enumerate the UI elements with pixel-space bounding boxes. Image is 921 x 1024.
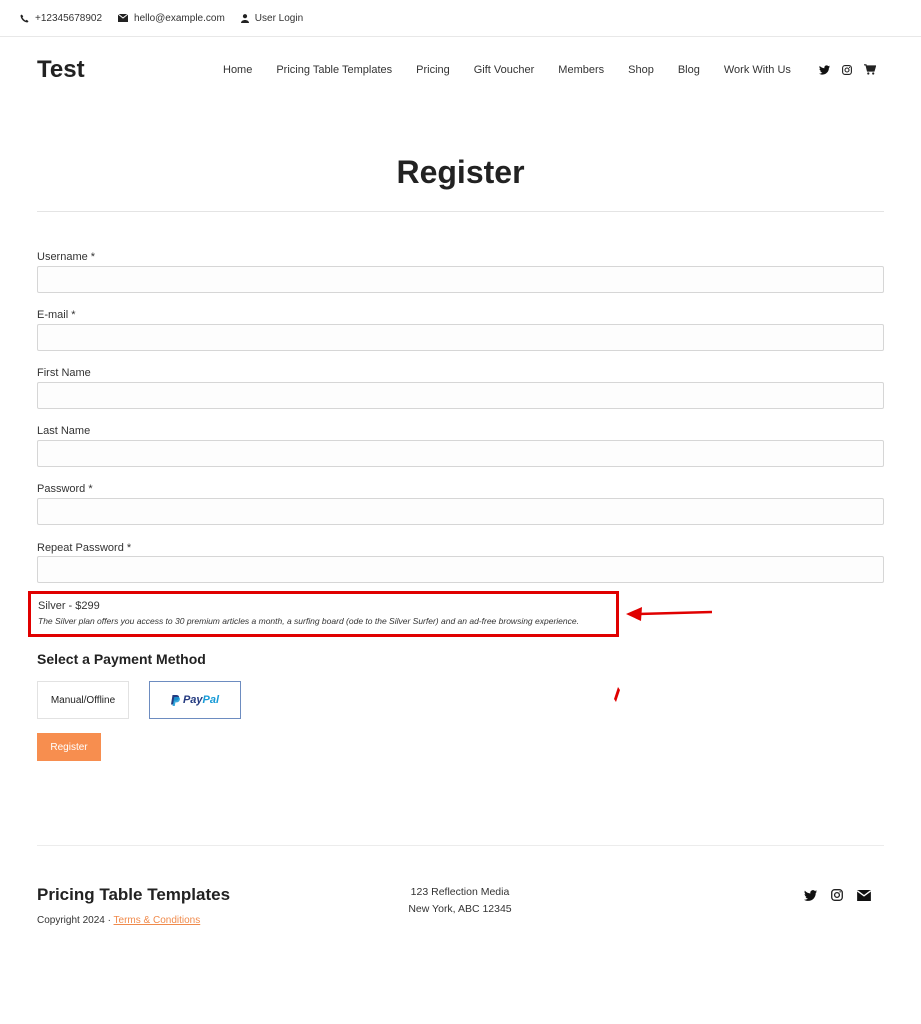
repeat-password-input[interactable] xyxy=(37,556,884,583)
first-name-label: First Name xyxy=(37,367,91,379)
instagram-icon[interactable] xyxy=(831,889,843,901)
copyright-text: Copyright 2024 · xyxy=(37,915,114,926)
cart-icon[interactable] xyxy=(864,64,876,75)
title-divider xyxy=(37,211,884,212)
nav-shop[interactable]: Shop xyxy=(628,64,654,76)
terms-link[interactable]: Terms & Conditions xyxy=(114,915,201,926)
footer-social-links xyxy=(804,889,871,901)
envelope-icon xyxy=(118,14,129,22)
nav-pricing-table-templates[interactable]: Pricing Table Templates xyxy=(276,64,392,76)
last-name-label: Last Name xyxy=(37,425,91,437)
nav-blog[interactable]: Blog xyxy=(678,64,700,76)
address-line-2: New York, ABC 12345 xyxy=(408,903,512,915)
payment-option-manual-label: Manual/Offline xyxy=(50,694,116,706)
email-contact[interactable]: hello@example.com xyxy=(118,13,225,24)
last-name-input[interactable] xyxy=(37,440,884,467)
twitter-icon[interactable] xyxy=(804,889,817,901)
paypal-logo-icon xyxy=(170,694,180,706)
register-button[interactable]: Register xyxy=(37,733,101,761)
top-bar: +12345678902 hello@example.com User Logi… xyxy=(0,0,921,37)
plan-description: The Silver plan offers you access to 30 … xyxy=(38,616,579,626)
instagram-icon[interactable] xyxy=(842,64,852,75)
page-title: Register xyxy=(396,154,525,190)
email-icon[interactable] xyxy=(857,889,871,901)
user-login-link[interactable]: User Login xyxy=(240,12,304,24)
password-input[interactable] xyxy=(37,498,884,525)
user-icon xyxy=(240,13,249,23)
password-label: Password * xyxy=(37,483,93,495)
user-login-label: User Login xyxy=(254,12,304,24)
footer-copyright: Copyright 2024 · Terms & Conditions xyxy=(37,915,200,926)
footer-address: 123 Reflection Media New York, ABC 12345 xyxy=(400,884,520,918)
email-label: E-mail * xyxy=(37,309,76,321)
nav-gift-voucher[interactable]: Gift Voucher xyxy=(474,64,535,76)
payment-method-heading: Select a Payment Method xyxy=(37,651,206,667)
username-input[interactable] xyxy=(37,266,884,293)
annotation-mark-icon xyxy=(614,687,620,702)
repeat-password-label: Repeat Password * xyxy=(37,542,132,554)
payment-option-paypal[interactable]: PayPal xyxy=(149,681,241,719)
plan-name: Silver - $299 xyxy=(38,600,100,612)
twitter-icon[interactable] xyxy=(819,64,830,75)
phone-contact[interactable]: +12345678902 xyxy=(20,13,102,24)
address-line-1: 123 Reflection Media xyxy=(410,886,510,898)
first-name-input[interactable] xyxy=(37,382,884,409)
nav-work-with-us[interactable]: Work With Us xyxy=(724,64,791,76)
nav-members[interactable]: Members xyxy=(558,64,604,76)
email-input[interactable] xyxy=(37,324,884,351)
nav-pricing[interactable]: Pricing xyxy=(416,64,450,76)
nav-home[interactable]: Home xyxy=(223,64,252,76)
selected-plan-highlight: Silver - $299 The Silver plan offers you… xyxy=(28,591,619,637)
header-social-links xyxy=(819,64,876,75)
email-address: hello@example.com xyxy=(134,12,225,24)
footer-divider xyxy=(37,845,884,846)
payment-option-manual[interactable]: Manual/Offline xyxy=(37,681,129,719)
site-logo[interactable]: Test xyxy=(37,56,85,84)
phone-number: +12345678902 xyxy=(35,12,103,24)
main-nav: Home Pricing Table Templates Pricing Gif… xyxy=(223,64,815,76)
username-label: Username * xyxy=(37,251,96,263)
footer-site-title: Pricing Table Templates xyxy=(37,885,231,904)
paypal-pay: Pay xyxy=(182,694,203,706)
paypal-pal: Pal xyxy=(202,694,220,706)
annotation-arrow-icon xyxy=(626,607,713,621)
paypal-wordmark: PayPal xyxy=(183,694,219,706)
phone-icon xyxy=(20,13,29,23)
